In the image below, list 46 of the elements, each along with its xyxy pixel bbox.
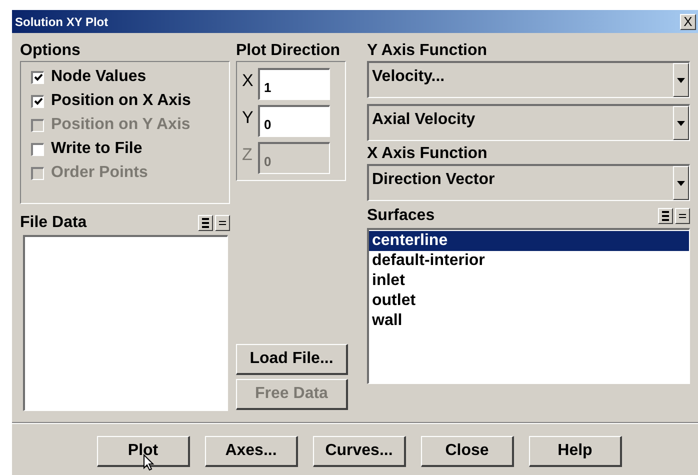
dropdown[interactable]: Axial Velocity — [367, 104, 690, 141]
checkbox-label: Position on X Axis — [51, 91, 191, 111]
checkmark-icon — [34, 73, 42, 82]
group-title: Options — [20, 41, 82, 61]
list-item[interactable]: default-interior — [369, 251, 689, 271]
checkbox[interactable] — [31, 142, 44, 156]
field-label: Y — [242, 107, 254, 129]
group-title: Surfaces — [367, 206, 435, 226]
compact-view-icon[interactable] — [215, 215, 230, 231]
list-view-icon[interactable] — [198, 215, 213, 231]
button[interactable]: Curves... — [313, 436, 406, 467]
checkbox-label: Order Points — [51, 163, 148, 183]
checkbox[interactable] — [31, 94, 44, 108]
checkbox-label: Position on Y Axis — [51, 115, 190, 135]
compact-view-icon[interactable] — [675, 208, 690, 224]
window-close-x-button[interactable]: X — [680, 14, 696, 30]
button[interactable]: Axes... — [205, 436, 298, 467]
dropdown-value: Axial Velocity — [371, 110, 476, 130]
window-title: Solution XY Plot — [15, 14, 108, 30]
list-item[interactable]: outlet — [369, 291, 689, 311]
list-item[interactable]: inlet — [369, 271, 689, 291]
field-label: X — [242, 70, 254, 92]
checkmark-icon — [34, 97, 42, 106]
dropdown[interactable]: Velocity... — [367, 61, 690, 98]
file-data-list[interactable] — [23, 235, 228, 411]
input-field[interactable]: 1 — [258, 68, 330, 100]
dropdown[interactable]: Direction Vector — [367, 164, 690, 201]
group-title: Plot Direction — [236, 41, 342, 61]
button[interactable]: Load File... — [236, 344, 348, 375]
checkbox-label: Node Values — [51, 67, 146, 87]
group-title: File Data — [20, 213, 87, 233]
list-item[interactable]: centerline — [369, 231, 689, 251]
dropdown-value: Direction Vector — [371, 170, 496, 190]
checkbox[interactable] — [31, 70, 44, 84]
checkbox-label: Write to File — [51, 139, 142, 159]
list-item[interactable]: wall — [369, 311, 689, 331]
group-title: X Axis Function — [367, 144, 488, 164]
button[interactable]: Close — [421, 436, 514, 467]
button[interactable]: Help — [529, 436, 622, 467]
list-view-icon[interactable] — [658, 208, 673, 224]
dropdown-value: Velocity... — [371, 67, 446, 87]
input-field[interactable]: 0 — [258, 105, 330, 137]
group-title: Y Axis Function — [367, 41, 488, 61]
mouse-cursor-icon — [143, 454, 155, 471]
button[interactable]: Plot — [97, 436, 190, 467]
field-label: Z — [242, 144, 254, 166]
